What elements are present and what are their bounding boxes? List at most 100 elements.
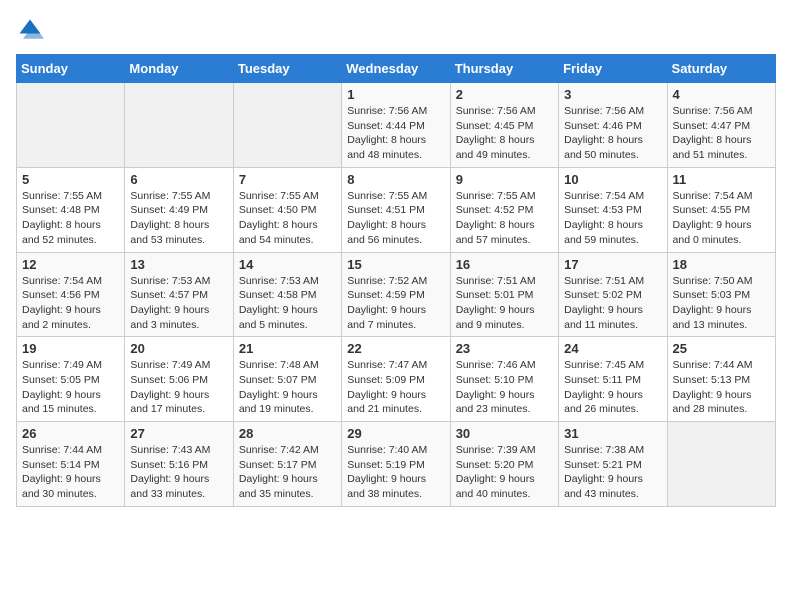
day-number: 17: [564, 257, 661, 272]
day-info: Sunrise: 7:38 AMSunset: 5:21 PMDaylight:…: [564, 443, 661, 502]
calendar-cell: 9 Sunrise: 7:55 AMSunset: 4:52 PMDaylight…: [450, 167, 558, 252]
calendar-cell: 5 Sunrise: 7:55 AMSunset: 4:48 PMDaylight…: [17, 167, 125, 252]
logo: [16, 16, 48, 44]
day-info: Sunrise: 7:56 AMSunset: 4:44 PMDaylight:…: [347, 104, 444, 163]
day-number: 14: [239, 257, 336, 272]
day-number: 16: [456, 257, 553, 272]
day-info: Sunrise: 7:53 AMSunset: 4:58 PMDaylight:…: [239, 274, 336, 333]
day-info: Sunrise: 7:55 AMSunset: 4:48 PMDaylight:…: [22, 189, 119, 248]
calendar-cell: 3 Sunrise: 7:56 AMSunset: 4:46 PMDaylight…: [559, 83, 667, 168]
calendar-week-row: 19 Sunrise: 7:49 AMSunset: 5:05 PMDayligh…: [17, 337, 776, 422]
day-header-wednesday: Wednesday: [342, 55, 450, 83]
day-number: 15: [347, 257, 444, 272]
calendar-cell: 23 Sunrise: 7:46 AMSunset: 5:10 PMDayligh…: [450, 337, 558, 422]
calendar-cell: 2 Sunrise: 7:56 AMSunset: 4:45 PMDaylight…: [450, 83, 558, 168]
calendar-cell: 27Sunrise: 7:43 AMSunset: 5:16 PMDayligh…: [125, 422, 233, 507]
day-info: Sunrise: 7:56 AMSunset: 4:45 PMDaylight:…: [456, 104, 553, 163]
day-info: Sunrise: 7:55 AMSunset: 4:49 PMDaylight:…: [130, 189, 227, 248]
calendar-week-row: 1 Sunrise: 7:56 AMSunset: 4:44 PMDaylight…: [17, 83, 776, 168]
day-number: 21: [239, 341, 336, 356]
day-number: 26: [22, 426, 119, 441]
calendar-cell: 10Sunrise: 7:54 AMSunset: 4:53 PMDayligh…: [559, 167, 667, 252]
logo-icon: [16, 16, 44, 44]
day-info: Sunrise: 7:53 AMSunset: 4:57 PMDaylight:…: [130, 274, 227, 333]
calendar-cell: 13 Sunrise: 7:53 AMSunset: 4:57 PMDayligh…: [125, 252, 233, 337]
day-number: 8: [347, 172, 444, 187]
calendar-cell: 15 Sunrise: 7:52 AMSunset: 4:59 PMDayligh…: [342, 252, 450, 337]
day-number: 22: [347, 341, 444, 356]
day-info: Sunrise: 7:54 AMSunset: 4:55 PMDaylight:…: [673, 189, 770, 248]
calendar-cell: [125, 83, 233, 168]
day-info: Sunrise: 7:55 AMSunset: 4:51 PMDaylight:…: [347, 189, 444, 248]
calendar-week-row: 5 Sunrise: 7:55 AMSunset: 4:48 PMDaylight…: [17, 167, 776, 252]
calendar-cell: [17, 83, 125, 168]
day-info: Sunrise: 7:56 AMSunset: 4:46 PMDaylight:…: [564, 104, 661, 163]
day-number: 7: [239, 172, 336, 187]
day-number: 30: [456, 426, 553, 441]
day-number: 24: [564, 341, 661, 356]
day-number: 2: [456, 87, 553, 102]
day-header-saturday: Saturday: [667, 55, 775, 83]
day-number: 11: [673, 172, 770, 187]
day-header-thursday: Thursday: [450, 55, 558, 83]
day-number: 28: [239, 426, 336, 441]
calendar-cell: 26 Sunrise: 7:44 AMSunset: 5:14 PMDayligh…: [17, 422, 125, 507]
calendar-cell: 28 Sunrise: 7:42 AMSunset: 5:17 PMDayligh…: [233, 422, 341, 507]
calendar-week-row: 26 Sunrise: 7:44 AMSunset: 5:14 PMDayligh…: [17, 422, 776, 507]
calendar-cell: 22 Sunrise: 7:47 AMSunset: 5:09 PMDayligh…: [342, 337, 450, 422]
day-number: 6: [130, 172, 227, 187]
day-info: Sunrise: 7:54 AMSunset: 4:56 PMDaylight:…: [22, 274, 119, 333]
day-info: Sunrise: 7:46 AMSunset: 5:10 PMDaylight:…: [456, 358, 553, 417]
calendar-cell: 11 Sunrise: 7:54 AMSunset: 4:55 PMDayligh…: [667, 167, 775, 252]
day-number: 3: [564, 87, 661, 102]
day-number: 31: [564, 426, 661, 441]
day-info: Sunrise: 7:44 AMSunset: 5:14 PMDaylight:…: [22, 443, 119, 502]
day-number: 29: [347, 426, 444, 441]
day-info: Sunrise: 7:51 AMSunset: 5:02 PMDaylight:…: [564, 274, 661, 333]
calendar-cell: 18Sunrise: 7:50 AMSunset: 5:03 PMDayligh…: [667, 252, 775, 337]
day-number: 19: [22, 341, 119, 356]
calendar-table: SundayMondayTuesdayWednesdayThursdayFrid…: [16, 54, 776, 507]
day-number: 13: [130, 257, 227, 272]
calendar-cell: 29 Sunrise: 7:40 AMSunset: 5:19 PMDayligh…: [342, 422, 450, 507]
day-info: Sunrise: 7:42 AMSunset: 5:17 PMDaylight:…: [239, 443, 336, 502]
day-info: Sunrise: 7:43 AMSunset: 5:16 PMDaylight:…: [130, 443, 227, 502]
calendar-cell: 16 Sunrise: 7:51 AMSunset: 5:01 PMDayligh…: [450, 252, 558, 337]
day-info: Sunrise: 7:39 AMSunset: 5:20 PMDaylight:…: [456, 443, 553, 502]
day-info: Sunrise: 7:44 AMSunset: 5:13 PMDaylight:…: [673, 358, 770, 417]
day-number: 9: [456, 172, 553, 187]
day-number: 1: [347, 87, 444, 102]
calendar-cell: 21 Sunrise: 7:48 AMSunset: 5:07 PMDayligh…: [233, 337, 341, 422]
calendar-cell: 24Sunrise: 7:45 AMSunset: 5:11 PMDayligh…: [559, 337, 667, 422]
day-info: Sunrise: 7:51 AMSunset: 5:01 PMDaylight:…: [456, 274, 553, 333]
calendar-cell: 12Sunrise: 7:54 AMSunset: 4:56 PMDayligh…: [17, 252, 125, 337]
day-number: 10: [564, 172, 661, 187]
calendar-cell: 4Sunrise: 7:56 AMSunset: 4:47 PMDaylight…: [667, 83, 775, 168]
day-info: Sunrise: 7:52 AMSunset: 4:59 PMDaylight:…: [347, 274, 444, 333]
calendar-cell: 19 Sunrise: 7:49 AMSunset: 5:05 PMDayligh…: [17, 337, 125, 422]
day-number: 23: [456, 341, 553, 356]
day-header-tuesday: Tuesday: [233, 55, 341, 83]
calendar-cell: 31 Sunrise: 7:38 AMSunset: 5:21 PMDayligh…: [559, 422, 667, 507]
day-info: Sunrise: 7:48 AMSunset: 5:07 PMDaylight:…: [239, 358, 336, 417]
page-header: [16, 16, 776, 44]
calendar-cell: 20 Sunrise: 7:49 AMSunset: 5:06 PMDayligh…: [125, 337, 233, 422]
day-number: 5: [22, 172, 119, 187]
calendar-cell: 1 Sunrise: 7:56 AMSunset: 4:44 PMDaylight…: [342, 83, 450, 168]
day-info: Sunrise: 7:49 AMSunset: 5:06 PMDaylight:…: [130, 358, 227, 417]
day-number: 25: [673, 341, 770, 356]
day-info: Sunrise: 7:55 AMSunset: 4:52 PMDaylight:…: [456, 189, 553, 248]
day-info: Sunrise: 7:47 AMSunset: 5:09 PMDaylight:…: [347, 358, 444, 417]
day-info: Sunrise: 7:49 AMSunset: 5:05 PMDaylight:…: [22, 358, 119, 417]
day-header-sunday: Sunday: [17, 55, 125, 83]
day-info: Sunrise: 7:56 AMSunset: 4:47 PMDaylight:…: [673, 104, 770, 163]
day-number: 20: [130, 341, 227, 356]
calendar-cell: [667, 422, 775, 507]
day-number: 18: [673, 257, 770, 272]
day-header-friday: Friday: [559, 55, 667, 83]
day-info: Sunrise: 7:40 AMSunset: 5:19 PMDaylight:…: [347, 443, 444, 502]
day-info: Sunrise: 7:55 AMSunset: 4:50 PMDaylight:…: [239, 189, 336, 248]
day-header-monday: Monday: [125, 55, 233, 83]
calendar-cell: 14 Sunrise: 7:53 AMSunset: 4:58 PMDayligh…: [233, 252, 341, 337]
calendar-header-row: SundayMondayTuesdayWednesdayThursdayFrid…: [17, 55, 776, 83]
